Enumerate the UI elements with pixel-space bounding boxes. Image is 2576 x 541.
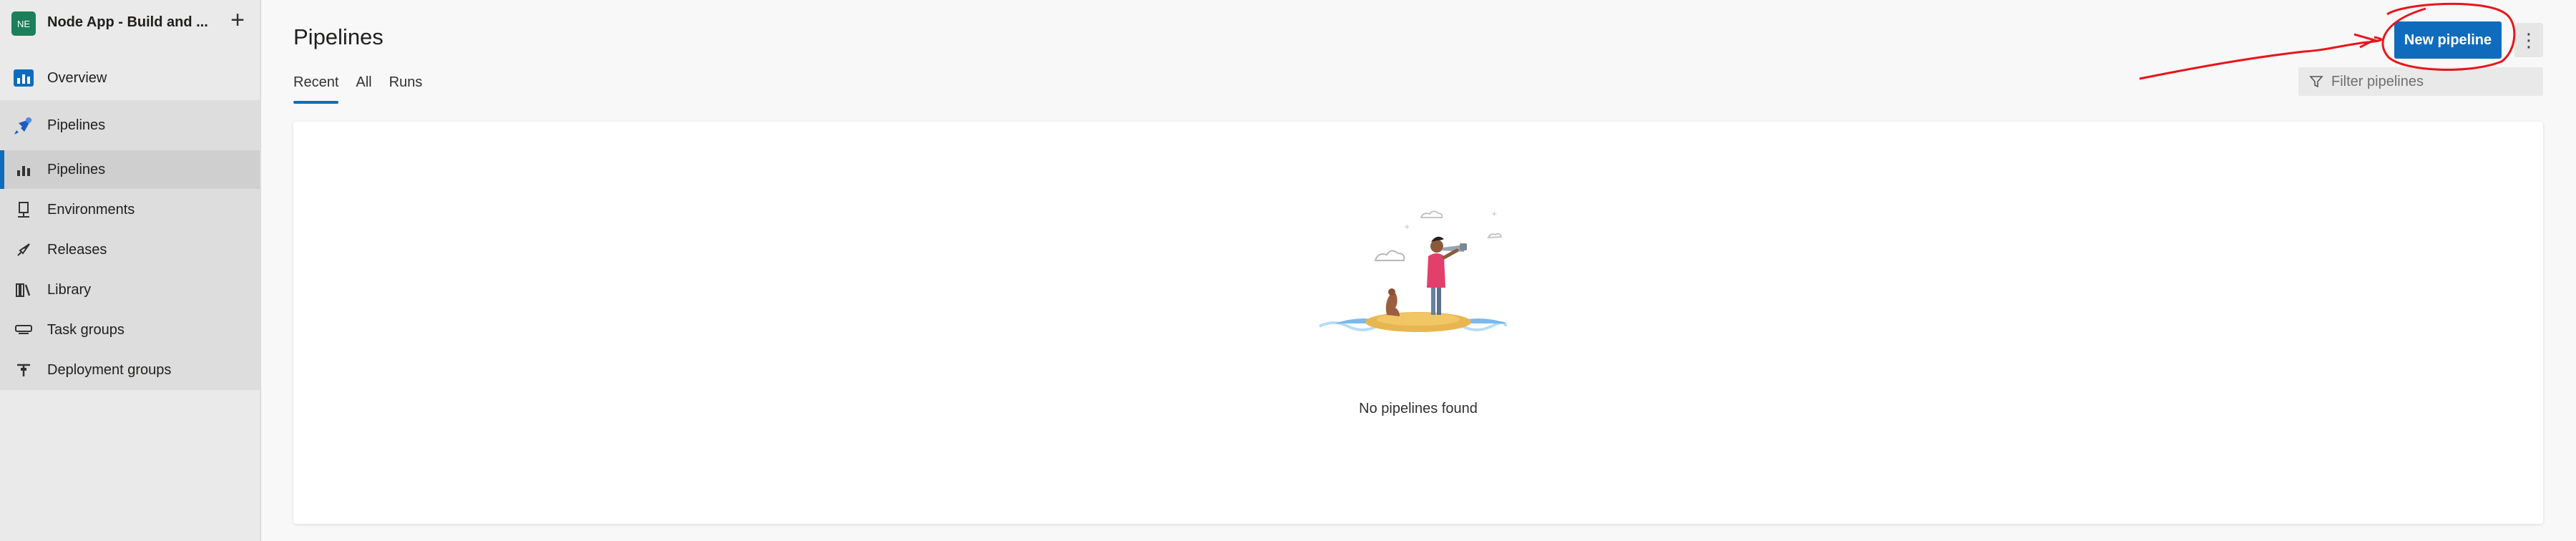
island-explorer-illustration: + + (1319, 210, 1507, 332)
filter-pipelines-input[interactable] (2331, 73, 2539, 90)
sidebar-item-label: Pipelines (47, 161, 106, 177)
task-groups-icon (14, 321, 33, 339)
nav-overview-label: Overview (47, 69, 107, 86)
project-name[interactable]: Node App - Build and ... (47, 14, 208, 31)
tab-recent[interactable]: Recent (293, 74, 339, 104)
tab-runs[interactable]: Runs (389, 74, 423, 104)
environments-icon (14, 200, 33, 219)
project-avatar: NE (11, 11, 36, 36)
pipeline-icon (14, 160, 33, 179)
sidebar-item-label: Library (47, 281, 92, 298)
nav-pipelines-group[interactable]: Pipelines (0, 109, 260, 142)
svg-text:+: + (1404, 223, 1410, 231)
sidebar-item-environments[interactable]: Environments (0, 193, 260, 226)
nav-pipelines-group-label: Pipelines (47, 117, 106, 133)
svg-text:+: + (1491, 210, 1497, 218)
filter-box[interactable] (2298, 67, 2543, 96)
releases-rocket-icon (14, 240, 33, 259)
deployment-groups-icon (14, 361, 33, 379)
overview-icon (11, 66, 36, 90)
pipelines-list-card: + + No pipelines found (293, 122, 2543, 524)
sidebar-item-label: Environments (47, 201, 135, 218)
plus-icon[interactable]: + (225, 8, 250, 34)
page-title: Pipelines (293, 24, 384, 49)
sidebar-item-task-groups[interactable]: Task groups (0, 313, 260, 346)
filter-icon (2309, 76, 2323, 88)
library-icon (14, 281, 33, 299)
sidebar-item-label: Releases (47, 241, 107, 258)
project-header[interactable]: NE Node App - Build and ... + (0, 0, 260, 49)
sidebar-item-label: Deployment groups (47, 361, 172, 378)
new-pipeline-button[interactable]: New pipeline (2394, 21, 2502, 59)
sidebar-item-releases[interactable]: Releases (0, 233, 260, 266)
empty-state-message: No pipelines found (1359, 401, 1478, 416)
pipelines-rocket-icon (11, 113, 36, 137)
more-vertical-icon[interactable]: ⋮ (2514, 23, 2543, 57)
pipeline-tabs: Recent All Runs (293, 74, 439, 104)
left-navigation: NE Node App - Build and ... + Overview P… (0, 0, 261, 541)
sidebar-item-library[interactable]: Library (0, 273, 260, 306)
sidebar-item-label: Task groups (47, 321, 125, 338)
sidebar-item-deployment-groups[interactable]: Deployment groups (0, 354, 260, 386)
sidebar-item-pipelines[interactable]: Pipelines (0, 150, 260, 189)
nav-overview[interactable]: Overview (0, 62, 260, 94)
tab-all[interactable]: All (356, 74, 371, 104)
